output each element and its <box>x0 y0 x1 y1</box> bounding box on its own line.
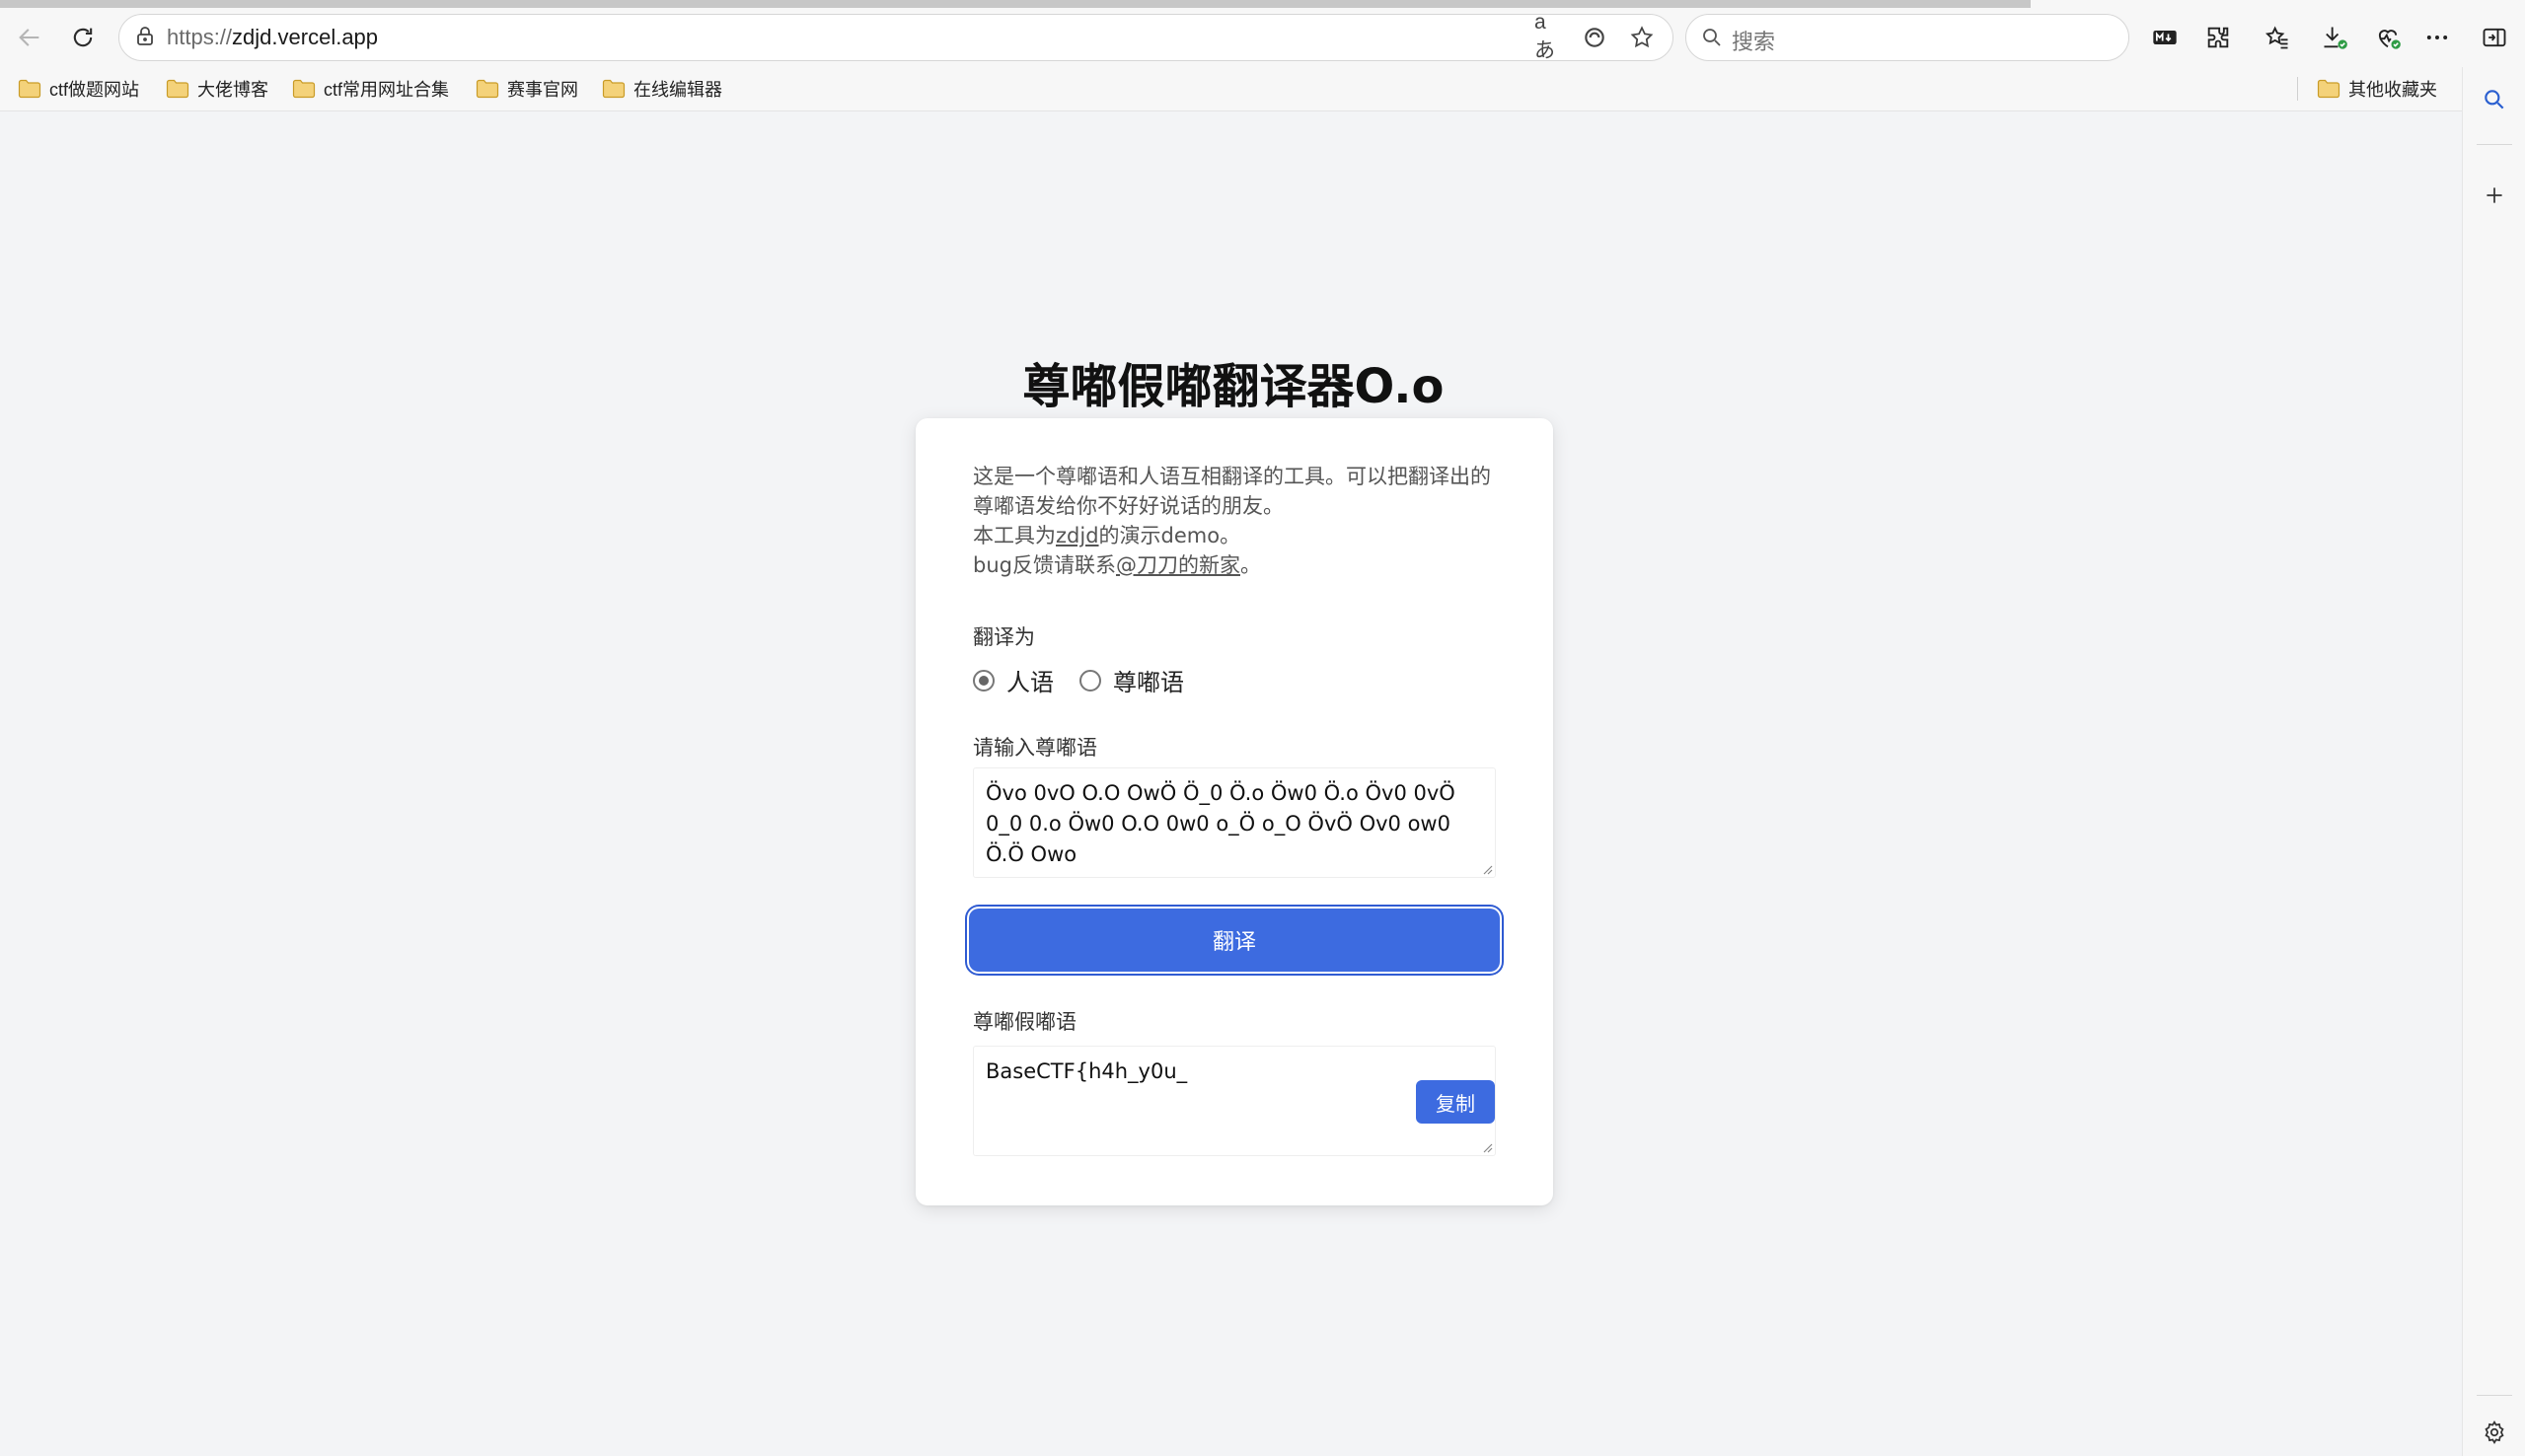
radio-zundu-language[interactable]: 尊嘟语 <box>1079 663 1184 697</box>
page-title: 尊嘟假嘟翻译器O.o <box>1022 359 1445 414</box>
back-button[interactable] <box>8 16 51 59</box>
lock-icon[interactable] <box>133 25 157 48</box>
url-scheme: https:// <box>167 25 233 49</box>
favorite-label: 赛事官网 <box>507 80 578 100</box>
radio-human-language[interactable]: 人语 <box>973 663 1054 697</box>
translate-page-icon[interactable]: aあ <box>1534 11 1560 62</box>
description-line-1: 这是一个尊嘟语和人语互相翻译的工具。可以把翻译出的尊嘟语发给你不好好说话的朋友。 <box>973 465 1491 518</box>
contact-link[interactable]: @刀刀的新家 <box>1116 553 1240 577</box>
address-bar[interactable]: https://zdjd.vercel.app aあ <box>118 11 1673 62</box>
markdown-extension-icon[interactable] <box>2145 18 2185 57</box>
search-box[interactable]: 搜索 <box>1685 14 2129 61</box>
folder-icon <box>166 79 189 99</box>
favorite-label: 其他收藏夹 <box>2348 80 2437 100</box>
description-text: bug反馈请联系 <box>973 553 1116 577</box>
refresh-button[interactable] <box>61 16 105 59</box>
resize-grip-icon[interactable] <box>1481 863 1493 875</box>
favorites-bar: ctf做题网站 大佬博客 ctf常用网址合集 赛事官网 在线编辑器 其他收藏夹 <box>0 67 2462 111</box>
radio-label: 尊嘟语 <box>1113 669 1184 696</box>
sidebar-toggle-icon[interactable] <box>2475 18 2514 57</box>
translator-card: 这是一个尊嘟语和人语互相翻译的工具。可以把翻译出的尊嘟语发给你不好好说话的朋友。… <box>916 418 1553 1205</box>
folder-icon <box>2317 79 2340 99</box>
radio-selected-icon <box>973 669 995 692</box>
folder-icon <box>18 79 41 99</box>
favorite-label: 在线编辑器 <box>633 80 722 100</box>
description-line-3: bug反馈请联系@刀刀的新家。 <box>973 550 1506 580</box>
edge-refresh-icon[interactable] <box>1582 25 1607 50</box>
favorites-divider <box>2297 77 2298 101</box>
translate-button[interactable]: 翻译 <box>969 909 1500 972</box>
sidebar-search-icon[interactable] <box>2479 84 2510 115</box>
favorite-label: 大佬博客 <box>197 80 268 100</box>
folder-icon <box>602 79 626 99</box>
other-favorites-folder[interactable]: 其他收藏夹 <box>2317 75 2437 103</box>
copy-button[interactable]: 复制 <box>1416 1080 1495 1124</box>
input-textarea[interactable]: Övo 0vO O.O OwÖ Ö_0 Ö.o Öw0 Ö.o Öv0 0vÖ … <box>973 767 1496 878</box>
favorite-label: ctf常用网址合集 <box>324 80 450 100</box>
description-line-2: 本工具为zdjd的演示demo。 <box>973 521 1506 550</box>
sidebar-divider <box>2477 1395 2512 1396</box>
sidebar-add-icon[interactable] <box>2479 180 2510 211</box>
translate-to-label: 翻译为 <box>973 625 1035 649</box>
favorite-folder-3[interactable]: 赛事官网 <box>476 75 578 103</box>
description-text: 。 <box>1239 553 1261 577</box>
favorites-icon[interactable] <box>2258 18 2297 57</box>
description-text: 的演示demo。 <box>1098 524 1241 547</box>
tab-strip <box>0 0 2525 8</box>
tab-strip-bar <box>0 0 2031 8</box>
downloads-icon[interactable] <box>2315 18 2354 57</box>
arrow-left-icon <box>19 29 39 46</box>
radio-label: 人语 <box>1006 669 1054 696</box>
description-text: 本工具为 <box>973 524 1056 547</box>
favorite-folder-2[interactable]: ctf常用网址合集 <box>292 75 449 103</box>
output-text: BaseCTF{h4h_y0u_ <box>986 1059 1188 1083</box>
resize-grip-icon[interactable] <box>1481 1141 1493 1153</box>
favorite-label: ctf做题网站 <box>49 80 140 100</box>
url-text[interactable]: https://zdjd.vercel.app <box>167 25 378 50</box>
extensions-icon[interactable] <box>2198 18 2238 57</box>
favorite-folder-0[interactable]: ctf做题网站 <box>18 75 139 103</box>
zdjd-link[interactable]: zdjd <box>1056 524 1099 547</box>
browser-essentials-icon[interactable] <box>2368 18 2408 57</box>
search-placeholder: 搜索 <box>1732 31 1776 55</box>
favorite-folder-4[interactable]: 在线编辑器 <box>602 75 722 103</box>
favorite-folder-1[interactable]: 大佬博客 <box>166 75 268 103</box>
description: 这是一个尊嘟语和人语互相翻译的工具。可以把翻译出的尊嘟语发给你不好好说话的朋友。… <box>973 462 1506 580</box>
browser-toolbar: https://zdjd.vercel.app aあ 搜索 <box>0 8 2525 67</box>
sidebar-settings-icon[interactable] <box>2479 1417 2510 1448</box>
search-icon <box>1703 29 1721 46</box>
more-menu-icon[interactable] <box>2417 18 2457 57</box>
url-host: zdjd.vercel.app <box>232 25 379 49</box>
star-favorite-icon[interactable] <box>1629 25 1655 50</box>
radio-unselected-icon <box>1079 669 1101 692</box>
output-label: 尊嘟假嘟语 <box>973 1010 1077 1034</box>
folder-icon <box>292 79 316 99</box>
refresh-icon <box>73 28 93 47</box>
sidebar-divider <box>2477 144 2512 145</box>
folder-icon <box>476 79 499 99</box>
input-label: 请输入尊嘟语 <box>973 736 1097 760</box>
input-text: Övo 0vO O.O OwÖ Ö_0 Ö.o Öw0 Ö.o Öv0 0vÖ … <box>986 781 1455 866</box>
browser-sidebar <box>2462 67 2525 1456</box>
